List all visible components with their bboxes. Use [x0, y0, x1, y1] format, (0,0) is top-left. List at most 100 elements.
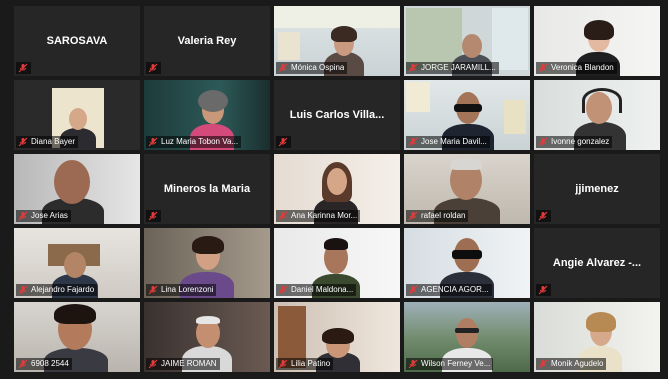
participant-tile[interactable]: SAROSAVA: [14, 6, 140, 76]
participant-tile[interactable]: JORGE JARAMILL...: [404, 6, 530, 76]
participant-tile[interactable]: AGENCIA AGOR...: [404, 228, 530, 298]
person-hair: [331, 26, 357, 42]
person-hair: [198, 90, 228, 112]
person-sunglasses: [452, 250, 482, 259]
mic-muted-icon: [538, 359, 548, 369]
person-hair: [54, 304, 96, 324]
participant-nameplate: JAIME ROMAN: [146, 358, 220, 370]
mic-muted-icon: [278, 359, 288, 369]
participant-tile[interactable]: Lina Lorenzoni: [144, 228, 270, 298]
mic-muted-icon: [18, 211, 28, 221]
person-hair: [450, 158, 482, 170]
participant-nameplate: Diana Bayer: [16, 136, 79, 148]
participant-nameplate: AGENCIA AGOR...: [406, 284, 492, 296]
participant-tile[interactable]: Ivonne gonzalez: [534, 80, 660, 150]
participant-name: Mónica Ospina: [291, 63, 345, 72]
participant-name: Luz Maria Tobon Va...: [161, 137, 239, 146]
participant-nameplate: Lilia Patino: [276, 358, 334, 370]
person-face: [327, 168, 347, 195]
participant-nameplate: [16, 62, 31, 74]
participant-tile[interactable]: Jose Maria Davil...: [404, 80, 530, 150]
participant-name: Diana Bayer: [31, 137, 76, 146]
participant-nameplate: [146, 62, 161, 74]
participant-tile[interactable]: Luis Carlos Villa...: [274, 80, 400, 150]
mic-muted-icon: [148, 63, 158, 73]
participant-nameplate: JORGE JARAMILL...: [406, 62, 499, 74]
mic-muted-icon: [408, 211, 418, 221]
participant-name: Daniel Maldona...: [291, 285, 354, 294]
participant-tile[interactable]: Valeria Rey: [144, 6, 270, 76]
mic-muted-icon: [278, 137, 288, 147]
participant-name: Jose Maria Davil...: [421, 137, 487, 146]
participant-tile[interactable]: Angie Alvarez -...: [534, 228, 660, 298]
participant-tile[interactable]: Mineros la Maria: [144, 154, 270, 224]
participant-nameplate: Jose Maria Davil...: [406, 136, 490, 148]
mic-muted-icon: [408, 63, 418, 73]
participant-tile-active-speaker[interactable]: rafael roldan: [404, 154, 530, 224]
person-head: [69, 108, 87, 130]
background-map: [492, 8, 528, 70]
participant-tile[interactable]: Jose Arias: [14, 154, 140, 224]
participant-tile[interactable]: jjimenez: [534, 154, 660, 224]
background-poster: [406, 82, 430, 112]
mic-muted-icon: [18, 359, 28, 369]
participant-name: AGENCIA AGOR...: [421, 285, 489, 294]
participant-name-center: Luis Carlos Villa...: [289, 109, 385, 121]
participant-tile[interactable]: Daniel Maldona...: [274, 228, 400, 298]
participant-name: JORGE JARAMILL...: [421, 63, 496, 72]
participant-tile[interactable]: Wilson Ferney Ve...: [404, 302, 530, 372]
participant-nameplate: Mónica Ospina: [276, 62, 348, 74]
participant-tile[interactable]: Lilia Patino: [274, 302, 400, 372]
participant-nameplate: Veronica Blandon: [536, 62, 617, 74]
participant-tile[interactable]: Ana Karinna Mor...: [274, 154, 400, 224]
mic-muted-icon: [148, 285, 158, 295]
participant-nameplate: [536, 210, 551, 222]
mic-muted-icon: [148, 211, 158, 221]
participant-name-center: SAROSAVA: [46, 35, 108, 47]
participant-tile[interactable]: Diana Bayer: [14, 80, 140, 150]
participant-nameplate: 6908 2544: [16, 358, 72, 370]
mic-muted-icon: [18, 285, 28, 295]
headset-icon: [582, 88, 622, 113]
person-glasses: [455, 328, 479, 333]
participant-name: Jose Arias: [31, 211, 68, 220]
participant-tile[interactable]: Veronica Blandon: [534, 6, 660, 76]
participant-nameplate: Wilson Ferney Ve...: [406, 358, 494, 370]
participant-tile[interactable]: JAIME ROMAN: [144, 302, 270, 372]
person-glasses: [454, 104, 482, 112]
participant-nameplate: Lina Lorenzoni: [146, 284, 217, 296]
person-hair: [192, 236, 224, 254]
background-poster: [274, 6, 400, 28]
mic-muted-icon: [18, 63, 28, 73]
participant-name: Lilia Patino: [291, 359, 331, 368]
participant-tile[interactable]: Alejandro Fajardo: [14, 228, 140, 298]
participant-name: Ana Karinna Mor...: [291, 211, 358, 220]
participant-nameplate: Luz Maria Tobon Va...: [146, 136, 242, 148]
person-hair: [322, 328, 354, 344]
participant-name-center: Mineros la Maria: [163, 183, 251, 195]
participant-tile[interactable]: 6908 2544: [14, 302, 140, 372]
participant-name: Wilson Ferney Ve...: [421, 359, 491, 368]
participant-nameplate: [146, 210, 161, 222]
mic-muted-icon: [278, 211, 288, 221]
person-head: [456, 318, 478, 348]
participant-nameplate: Ana Karinna Mor...: [276, 210, 361, 222]
participant-nameplate: Ivonne gonzalez: [536, 136, 613, 148]
participant-name: JAIME ROMAN: [161, 359, 217, 368]
person-hair: [584, 20, 614, 40]
participant-tile[interactable]: Luz Maria Tobon Va...: [144, 80, 270, 150]
participant-name: Veronica Blandon: [551, 63, 614, 72]
participant-nameplate: Daniel Maldona...: [276, 284, 357, 296]
participant-nameplate: rafael roldan: [406, 210, 469, 222]
participant-name: 6908 2544: [31, 359, 69, 368]
mic-muted-icon: [408, 359, 418, 369]
mic-muted-icon: [408, 285, 418, 295]
person-hair: [324, 238, 348, 250]
person-head: [462, 34, 482, 58]
mic-muted-icon: [18, 137, 28, 147]
participant-nameplate: Alejandro Fajardo: [16, 284, 98, 296]
person-head: [64, 252, 86, 278]
participant-tile[interactable]: Mónica Ospina: [274, 6, 400, 76]
participant-tile[interactable]: Monik Agudelo: [534, 302, 660, 372]
participant-nameplate: [536, 284, 551, 296]
